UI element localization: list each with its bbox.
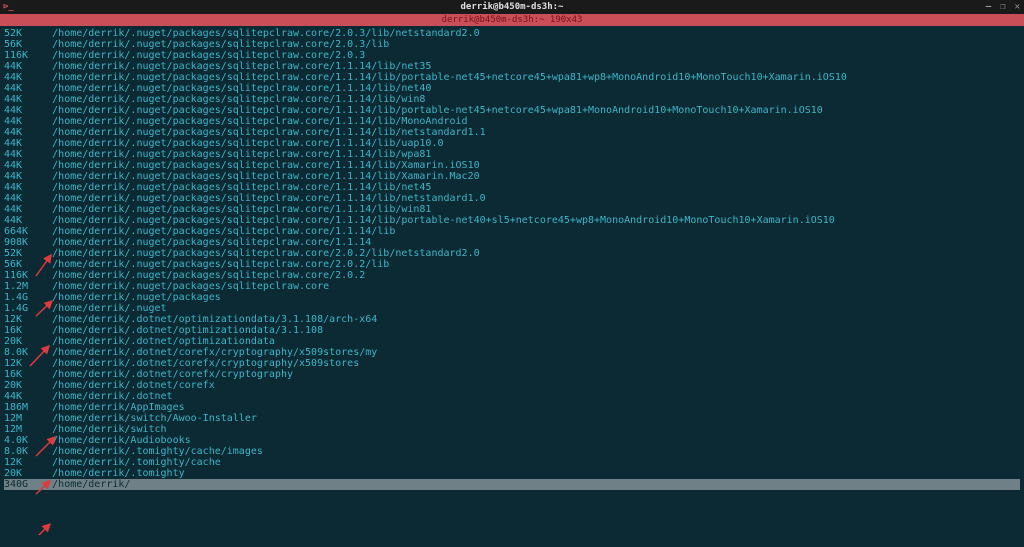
tab-bar[interactable]: derrik@b450m-ds3h:~ 190x43 [0,14,1024,26]
output-row: 44K /home/derrik/.nuget/packages/sqlitep… [4,94,1020,105]
window-footer [0,535,1024,547]
output-row: 44K /home/derrik/.nuget/packages/sqlitep… [4,204,1020,215]
maximize-button[interactable]: ❐ [1000,2,1005,13]
output-row: 16K /home/derrik/.dotnet/optimizationdat… [4,325,1020,336]
output-row: 44K /home/derrik/.nuget/packages/sqlitep… [4,182,1020,193]
output-row: 44K /home/derrik/.nuget/packages/sqlitep… [4,72,1020,83]
output-row: 116K /home/derrik/.nuget/packages/sqlite… [4,270,1020,281]
output-row: 908K /home/derrik/.nuget/packages/sqlite… [4,237,1020,248]
output-row: 44K /home/derrik/.nuget/packages/sqlitep… [4,127,1020,138]
output-row: 16K /home/derrik/.dotnet/corefx/cryptogr… [4,369,1020,380]
output-row: 664K /home/derrik/.nuget/packages/sqlite… [4,226,1020,237]
tab-label: derrik@b450m-ds3h:~ 190x43 [442,15,583,26]
output-row: 44K /home/derrik/.nuget/packages/sqlitep… [4,215,1020,226]
output-row: 52K /home/derrik/.nuget/packages/sqlitep… [4,248,1020,259]
output-row: 12K /home/derrik/.dotnet/optimizationdat… [4,314,1020,325]
output-row: 44K /home/derrik/.nuget/packages/sqlitep… [4,105,1020,116]
output-row: 8.0K /home/derrik/.dotnet/corefx/cryptog… [4,347,1020,358]
terminal-area[interactable]: 52K /home/derrik/.nuget/packages/sqlitep… [0,26,1024,535]
output-row: 44K /home/derrik/.nuget/packages/sqlitep… [4,171,1020,182]
output-row: 12M /home/derrik/switch/Awoo-Installer [4,413,1020,424]
output-row: 8.0K /home/derrik/.tomighty/cache/images [4,446,1020,457]
close-button[interactable]: ✕ [1015,2,1020,13]
output-row: 116K /home/derrik/.nuget/packages/sqlite… [4,50,1020,61]
minimize-button[interactable]: — [986,2,991,13]
output-row: 20K /home/derrik/.tomighty [4,468,1020,479]
output-row: 1.4G /home/derrik/.nuget/packages [4,292,1020,303]
output-row: 12M /home/derrik/switch [4,424,1020,435]
output-row: 340G /home/derrik/ [4,479,1020,490]
output-row: 44K /home/derrik/.dotnet [4,391,1020,402]
output-row: 1.2M /home/derrik/.nuget/packages/sqlite… [4,281,1020,292]
output-row: 44K /home/derrik/.nuget/packages/sqlitep… [4,160,1020,171]
output-row: 20K /home/derrik/.dotnet/corefx [4,380,1020,391]
window-title: derrik@b450m-ds3h:~ [461,2,564,13]
output-row: 44K /home/derrik/.nuget/packages/sqlitep… [4,116,1020,127]
arrow-icon [36,524,50,535]
output-row: 44K /home/derrik/.nuget/packages/sqlitep… [4,193,1020,204]
terminal-window: ⊳_ derrik@b450m-ds3h:~ — ❐ ✕ derrik@b450… [0,0,1024,547]
output-row: 44K /home/derrik/.nuget/packages/sqlitep… [4,138,1020,149]
output-row: 56K /home/derrik/.nuget/packages/sqlitep… [4,259,1020,270]
output-row: 1.4G /home/derrik/.nuget [4,303,1020,314]
app-icon: ⊳_ [3,2,14,13]
output-row: 20K /home/derrik/.dotnet/optimizationdat… [4,336,1020,347]
output-row: 44K /home/derrik/.nuget/packages/sqlitep… [4,61,1020,72]
window-controls: — ❐ ✕ [986,2,1020,13]
window-titlebar[interactable]: ⊳_ derrik@b450m-ds3h:~ — ❐ ✕ [0,0,1024,14]
output-row: 44K /home/derrik/.nuget/packages/sqlitep… [4,149,1020,160]
output-row: 186M /home/derrik/AppImages [4,402,1020,413]
output-row: 56K /home/derrik/.nuget/packages/sqlitep… [4,39,1020,50]
output-row: 12K /home/derrik/.dotnet/corefx/cryptogr… [4,358,1020,369]
output-row: 12K /home/derrik/.tomighty/cache [4,457,1020,468]
output-row: 52K /home/derrik/.nuget/packages/sqlitep… [4,28,1020,39]
output-row: 44K /home/derrik/.nuget/packages/sqlitep… [4,83,1020,94]
output-row: 4.0K /home/derrik/Audiobooks [4,435,1020,446]
